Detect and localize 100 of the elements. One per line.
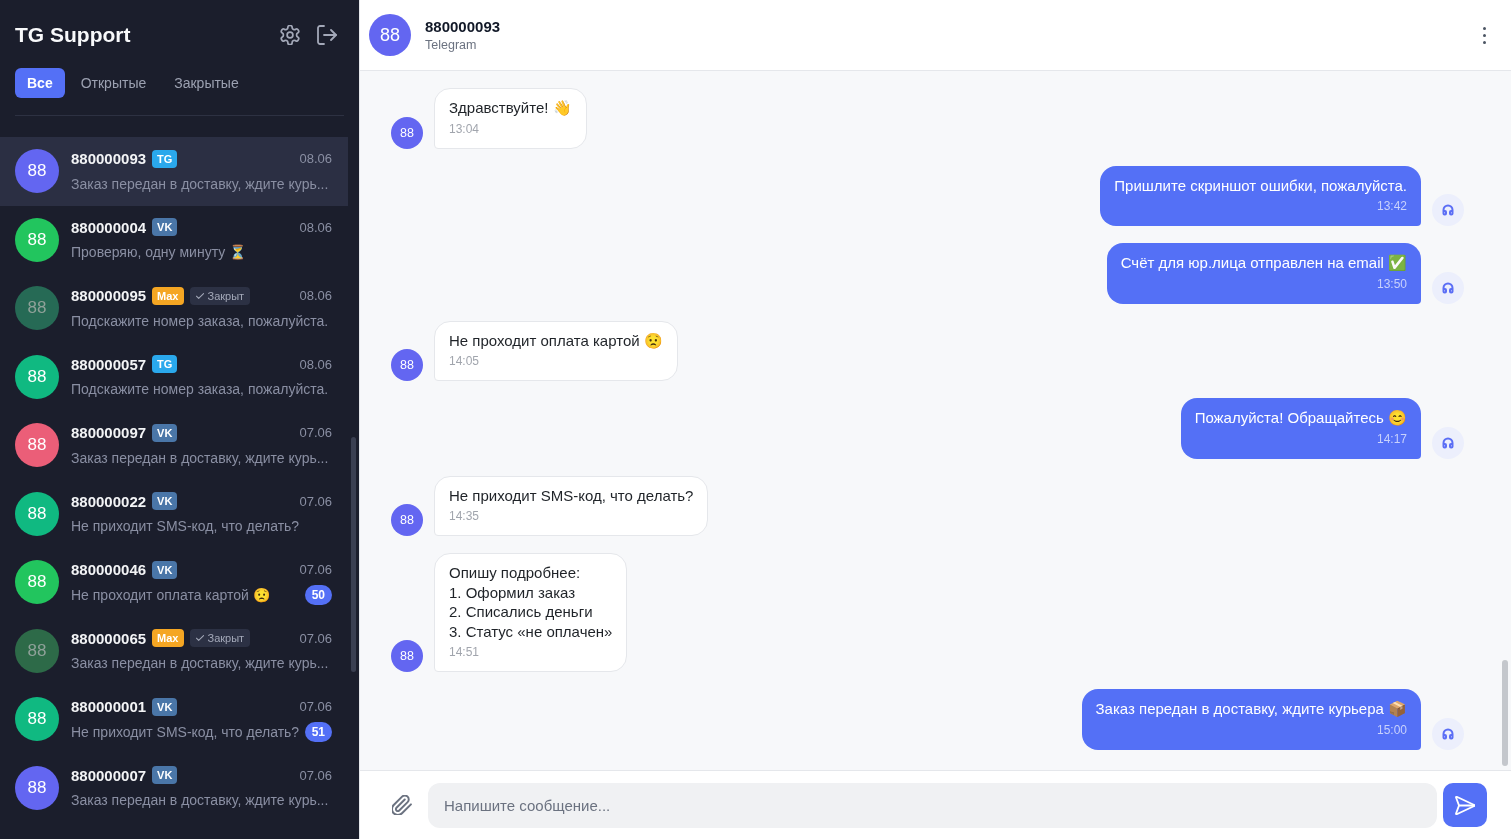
app-title: TG Support bbox=[15, 22, 131, 48]
message-preview: Заказ передан в доставку, ждите курь... bbox=[71, 655, 330, 672]
message-preview: Подскажите номер заказа, пожалуйста. bbox=[71, 381, 330, 398]
channel-badge: VK bbox=[152, 560, 178, 579]
message-text: Пожалуйста! Обращайтесь 😊 bbox=[1194, 408, 1407, 428]
message-preview: Не проходит оплата картой 😟 bbox=[71, 586, 271, 603]
conversation-item[interactable]: 88 880000022 VK 07.06 Не приходит SMS-код, что делать? bbox=[0, 479, 348, 548]
message-text: Пришлите скриншот ошибки, пожалуйста. bbox=[1114, 175, 1407, 195]
filter-tab[interactable]: Открытые bbox=[68, 68, 159, 98]
message-preview: Заказ передан в доставку, ждите курь... bbox=[71, 175, 330, 192]
scrollbar-thumb[interactable] bbox=[351, 437, 356, 672]
conversation-date: 07.06 bbox=[299, 767, 332, 783]
scrollbar-thumb[interactable] bbox=[1501, 660, 1508, 766]
filter-tab[interactable]: Закрытые bbox=[162, 68, 251, 98]
conversation-date: 07.06 bbox=[299, 425, 332, 441]
message-time: 13:04 bbox=[449, 120, 481, 137]
send-button[interactable] bbox=[1443, 783, 1487, 827]
avatar: 88 bbox=[15, 491, 59, 536]
channel-badge: Max bbox=[152, 629, 184, 648]
conversation-date: 08.06 bbox=[299, 219, 332, 235]
avatar: 88 bbox=[15, 423, 59, 468]
avatar: 88 bbox=[15, 628, 59, 673]
avatar: 88 bbox=[15, 217, 59, 262]
conversation-item[interactable]: 88 880000007 VK 07.06 Заказ передан в доставку, ждите курь... bbox=[0, 753, 348, 822]
more-menu-button[interactable] bbox=[1483, 26, 1486, 44]
contact-name: 880000095 bbox=[71, 287, 147, 305]
filter-tab[interactable]: Все bbox=[15, 68, 65, 98]
conversation-item[interactable]: 88 880000057 TG 08.06 Подскажите номер заказа, пожалуйста. bbox=[0, 342, 348, 411]
message-text: Не проходит оплата картой 😟 bbox=[449, 330, 663, 350]
message-input[interactable]: Напишите сообщение... bbox=[428, 782, 1437, 828]
headset-icon bbox=[1432, 194, 1464, 226]
message-preview: Проверяю, одну минуту ⏳ bbox=[71, 244, 248, 261]
conversation-item[interactable]: 88 880000093 TG 08.06 Заказ передан в доставку, ждите курь... bbox=[0, 137, 348, 206]
avatar: 88 bbox=[15, 560, 59, 605]
sender-avatar: 88 bbox=[391, 640, 423, 672]
channel-name: Telegram bbox=[425, 38, 478, 52]
message-text: Опишу подробнее: 1. Оформил заказ 2. Списались деньги 3. Статус «не оплачен» bbox=[449, 563, 613, 641]
attach-button[interactable] bbox=[392, 795, 412, 815]
headset-icon bbox=[1432, 426, 1464, 459]
sender-avatar: 88 bbox=[391, 349, 423, 381]
channel-badge: VK bbox=[152, 697, 178, 716]
message-preview: Не приходит SMS-код, что делать? bbox=[71, 518, 301, 535]
message-text: Не приходит SMS-код, что делать? bbox=[449, 485, 694, 505]
message-time: 13:42 bbox=[1375, 198, 1407, 214]
settings-button[interactable] bbox=[280, 25, 300, 45]
conversation-item[interactable]: 88 880000065 Max Закрыт 07.06 Заказ передан в доставку, ждите курь... bbox=[0, 616, 348, 685]
channel-badge: TG bbox=[152, 149, 178, 168]
channel-badge: VK bbox=[152, 218, 178, 237]
headset-icon bbox=[1432, 717, 1464, 750]
conversation-item[interactable]: 88 880000097 VK 07.06 Заказ передан в доставку, ждите курь... bbox=[0, 411, 348, 480]
channel-badge: VK bbox=[152, 423, 178, 442]
send-icon bbox=[1455, 795, 1475, 815]
conversation-date: 07.06 bbox=[299, 699, 332, 715]
contact-name: 880000093 bbox=[425, 18, 501, 35]
avatar: 88 bbox=[15, 286, 59, 331]
status-label: Закрыт bbox=[207, 632, 245, 645]
contact-name: 880000022 bbox=[71, 492, 147, 510]
avatar: 88 bbox=[15, 354, 59, 399]
contact-name: 880000001 bbox=[71, 698, 147, 716]
contact-name: 880000093 bbox=[71, 150, 147, 168]
avatar: 88 bbox=[15, 697, 59, 742]
conversation-item[interactable]: 88 880000046 VK 07.06 Не проходит оплата картой 😟 50 bbox=[0, 548, 348, 617]
conversation-date: 07.06 bbox=[299, 493, 332, 509]
channel-badge: VK bbox=[152, 766, 178, 785]
message-time: 14:35 bbox=[449, 508, 481, 524]
conversation-item[interactable]: 88 880000004 VK 08.06 Проверяю, одну минуту ⏳ bbox=[0, 205, 348, 274]
message-time: 14:05 bbox=[449, 353, 481, 369]
channel-badge: Max bbox=[152, 286, 184, 305]
unread-count-badge: 51 bbox=[304, 721, 332, 742]
message-time: 13:50 bbox=[1375, 275, 1407, 292]
message-preview: Не приходит SMS-код, что делать? bbox=[71, 723, 297, 740]
contact-avatar: 88 bbox=[369, 14, 411, 56]
message-text: Заказ передан в доставку, ждите курьера 📦 bbox=[1095, 699, 1407, 719]
conversation-date: 07.06 bbox=[299, 562, 332, 578]
conversation-date: 08.06 bbox=[299, 151, 332, 167]
check-icon bbox=[195, 635, 204, 642]
paperclip-icon bbox=[392, 795, 412, 815]
message-time: 15:00 bbox=[1375, 721, 1407, 738]
settings-icon bbox=[280, 25, 300, 45]
check-icon bbox=[195, 292, 204, 299]
message-preview: Заказ передан в доставку, ждите курь... bbox=[71, 449, 330, 466]
logout-icon bbox=[317, 25, 337, 45]
status-label: Закрыт bbox=[207, 289, 245, 302]
headset-icon bbox=[1432, 271, 1464, 304]
conversation-item[interactable]: 88 880000001 VK 07.06 Не приходит SMS-код, что делать? 51 bbox=[0, 685, 348, 754]
more-icon bbox=[1483, 26, 1486, 44]
conversation-date: 07.06 bbox=[299, 630, 332, 646]
avatar: 88 bbox=[15, 149, 59, 194]
message-time: 14:51 bbox=[449, 644, 481, 660]
message-time: 14:17 bbox=[1375, 430, 1407, 447]
unread-count-badge: 50 bbox=[304, 584, 332, 605]
sender-avatar: 88 bbox=[391, 504, 423, 536]
contact-name: 880000007 bbox=[71, 766, 147, 784]
contact-name: 880000065 bbox=[71, 629, 147, 647]
avatar: 88 bbox=[15, 765, 59, 810]
contact-name: 880000097 bbox=[71, 424, 147, 442]
conversation-item[interactable]: 88 880000095 Max Закрыт 08.06 Подскажите номер заказа, пожалуйста. bbox=[0, 274, 348, 343]
logout-button[interactable] bbox=[317, 25, 337, 45]
contact-name: 880000046 bbox=[71, 561, 147, 579]
message-preview: Заказ передан в доставку, ждите курь... bbox=[71, 792, 330, 809]
